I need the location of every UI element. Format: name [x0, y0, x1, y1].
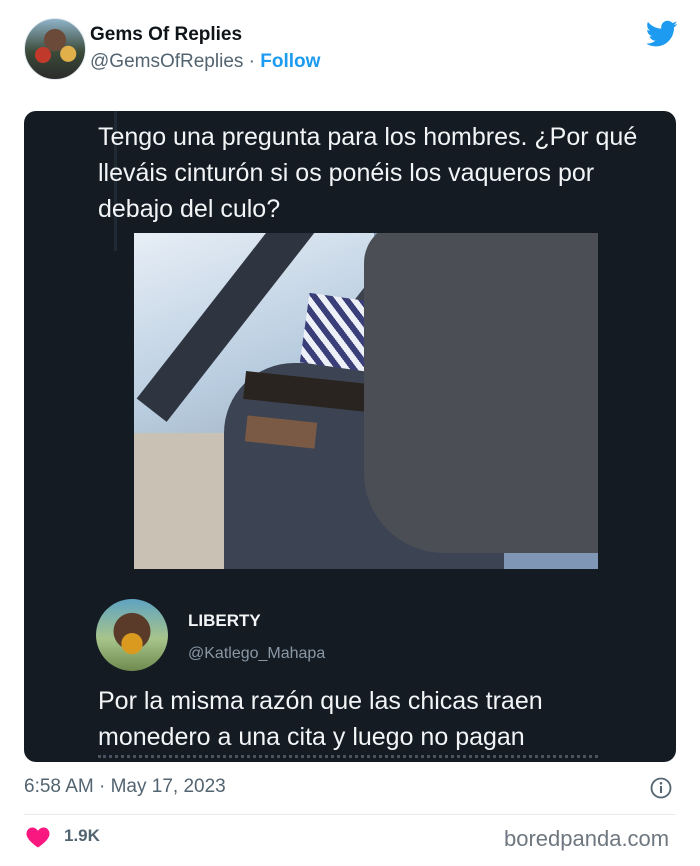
photo-jacket — [364, 233, 598, 553]
cropped-text-edge — [98, 755, 598, 762]
heart-icon[interactable] — [26, 826, 50, 848]
author-handle-row: @GemsOfReplies · Follow — [90, 51, 320, 73]
source-watermark: boredpanda.com — [504, 826, 670, 851]
author-name[interactable]: Gems Of Replies — [90, 24, 242, 46]
separator-dot: · — [248, 51, 255, 72]
embedded-screenshot[interactable]: Tengo una pregunta para los hombres. ¿Po… — [24, 111, 676, 762]
author-avatar[interactable] — [24, 18, 86, 80]
divider — [24, 814, 676, 815]
follow-button[interactable]: Follow — [260, 51, 320, 72]
embedded-photo — [134, 233, 598, 569]
info-icon[interactable] — [650, 777, 672, 799]
reply-author-name: LIBERTY — [188, 611, 261, 630]
like-count[interactable]: 1.9K — [64, 826, 100, 846]
question-text: Tengo una pregunta para los hombres. ¿Po… — [98, 123, 638, 223]
tweet-header: Gems Of Replies @GemsOfReplies · Follow — [0, 0, 700, 100]
reply-text: Por la misma razón que las chicas traen … — [98, 687, 543, 751]
reply-author-handle: @Katlego_Mahapa — [188, 645, 326, 662]
reply-avatar — [96, 599, 168, 671]
twitter-bird-icon[interactable] — [646, 20, 678, 48]
tweet-timestamp[interactable]: 6:58 AM · May 17, 2023 — [24, 776, 226, 798]
author-handle[interactable]: @GemsOfReplies — [90, 51, 243, 72]
